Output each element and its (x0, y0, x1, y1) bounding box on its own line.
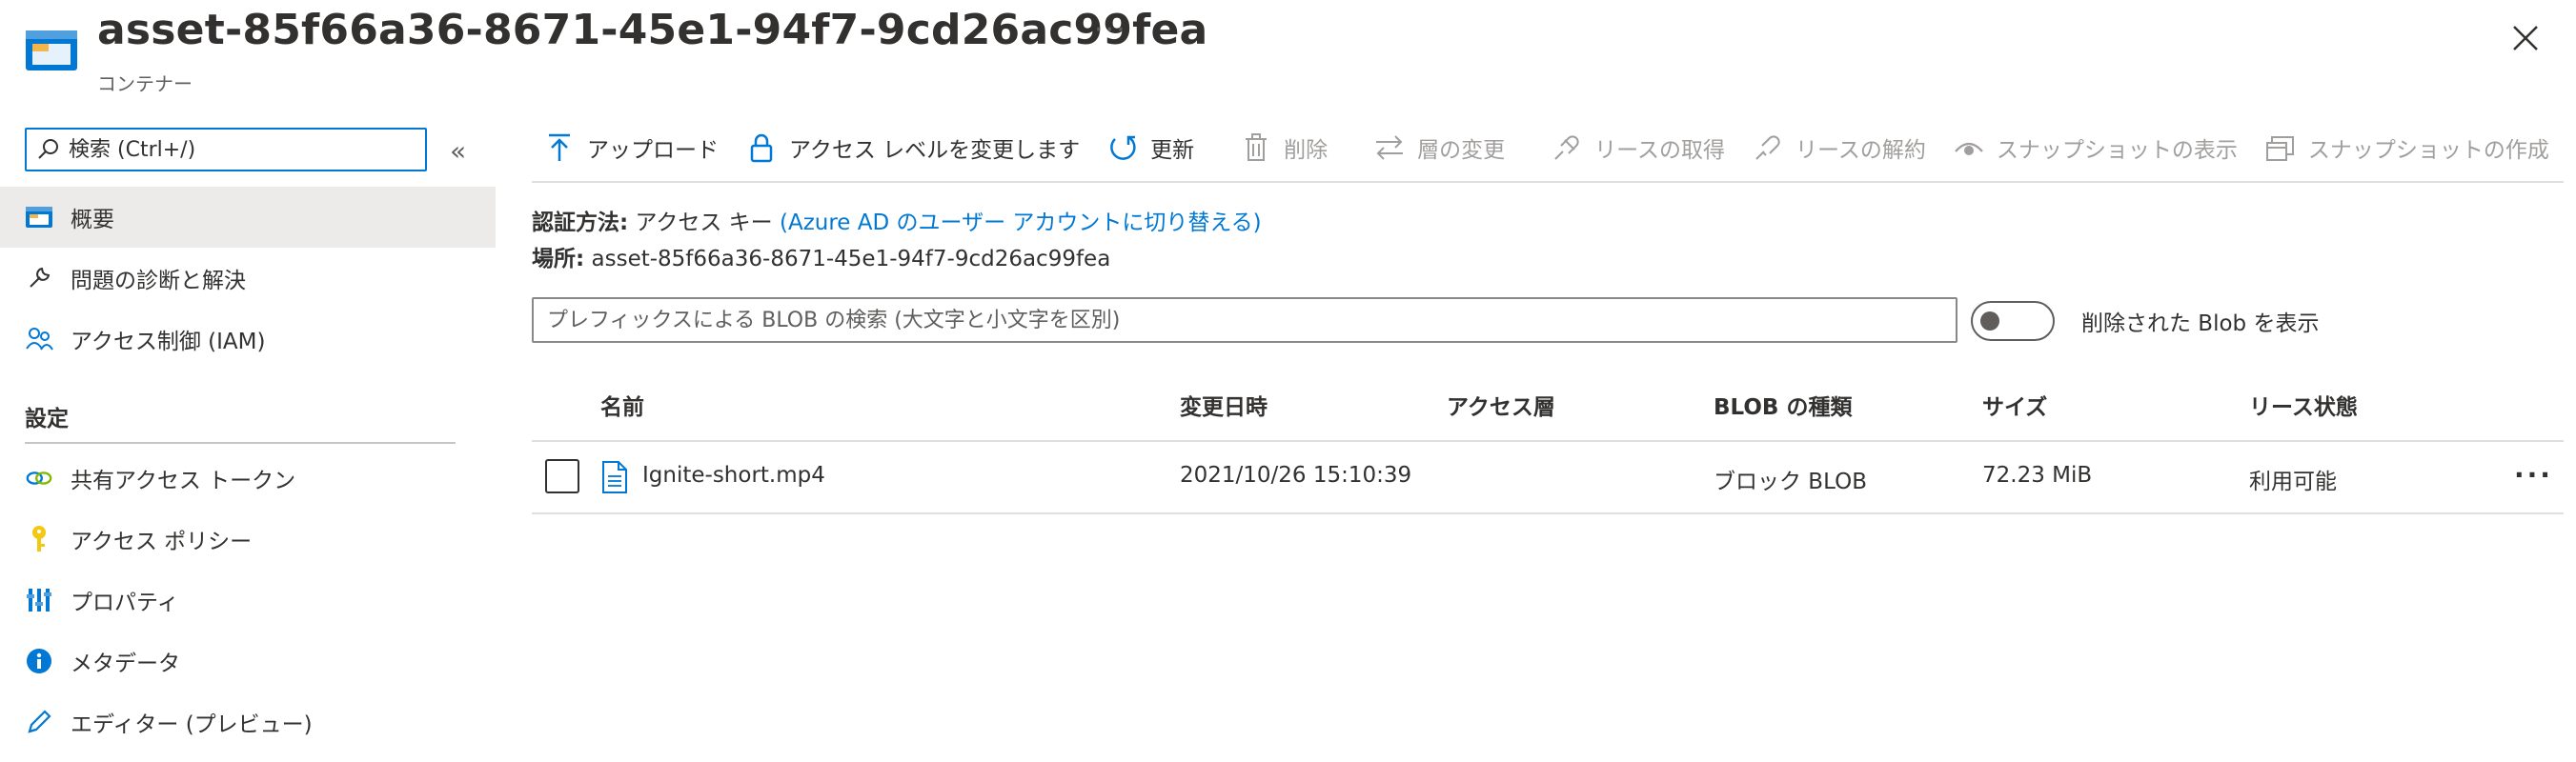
sidebar-item-sas[interactable]: 共有アクセス トークン (0, 448, 496, 509)
lease-icon (1551, 131, 1583, 164)
toggle-knob (1980, 311, 1999, 331)
delete-label: 削除 (1284, 138, 1329, 163)
column-header-lease-state[interactable]: リース状態 (2249, 389, 2358, 421)
view-snapshots-label: スナップショットの表示 (1996, 138, 2238, 163)
section-divider (25, 442, 456, 444)
page-title: asset-85f66a36-8671-45e1-94f7-9cd26ac99f… (97, 6, 1208, 54)
create-snapshot-label: スナップショットの作成 (2307, 138, 2549, 163)
auth-method-line: 認証方法: アクセス キー (Azure AD のユーザー アカウントに切り替え… (532, 204, 1262, 236)
blob-type: ブロック BLOB (1714, 470, 1867, 494)
file-icon (602, 461, 627, 493)
sidebar-item-editor[interactable]: エディター (プレビュー) (0, 692, 496, 752)
sidebar-item-overview[interactable]: 概要 (0, 187, 496, 248)
blob-size: 72.23 MiB (1982, 463, 2093, 488)
lock-icon (745, 131, 778, 164)
column-header-name[interactable]: 名前 (600, 389, 644, 421)
acquire-lease-label: リースの取得 (1594, 138, 1726, 163)
sidebar-item-iam[interactable]: アクセス制御 (IAM) (0, 309, 496, 370)
sidebar-item-label: プロパティ (71, 591, 179, 615)
change-tier-button[interactable]: 層の変更 (1362, 119, 1520, 176)
sidebar-search[interactable] (25, 128, 427, 171)
sidebar-item-label: メタデータ (71, 652, 180, 676)
sidebar-item-label: エディター (プレビュー) (71, 712, 313, 737)
upload-button[interactable]: アップロード (532, 119, 734, 176)
blade-header: asset-85f66a36-8671-45e1-94f7-9cd26ac99f… (0, 0, 2576, 95)
column-header-size[interactable]: サイズ (1982, 389, 2047, 421)
sidebar-item-label: 概要 (71, 208, 114, 232)
column-header-blob-type[interactable]: BLOB の種類 (1714, 389, 1852, 421)
change-access-level-button[interactable]: アクセス レベルを変更します (734, 119, 1095, 176)
view-snapshots-button[interactable]: スナップショットの表示 (1941, 119, 2253, 176)
column-header-access-tier[interactable]: アクセス層 (1447, 389, 1555, 421)
change-access-level-label: アクセス レベルを変更します (789, 138, 1081, 163)
show-deleted-blobs-toggle[interactable] (1971, 301, 2055, 341)
sidebar-item-metadata[interactable]: メタデータ (0, 631, 496, 692)
location-value: asset-85f66a36-8671-45e1-94f7-9cd26ac99f… (591, 247, 1111, 271)
people-icon (25, 325, 53, 353)
container-icon (26, 30, 77, 70)
refresh-button[interactable]: 更新 (1095, 119, 1209, 176)
column-header-modified[interactable]: 変更日時 (1180, 389, 1268, 421)
create-snapshot-button[interactable]: スナップショットの作成 (2253, 119, 2565, 176)
auth-method-value: アクセス キー (635, 211, 773, 235)
key-icon (25, 525, 53, 553)
collapse-sidebar-button[interactable]: « (450, 135, 466, 167)
sidebar-item-access-policy[interactable]: アクセス ポリシー (0, 509, 496, 570)
sidebar-item-label: アクセス ポリシー (71, 530, 253, 554)
info-icon (25, 647, 53, 675)
change-tier-label: 層の変更 (1417, 138, 1506, 163)
break-lease-button[interactable]: リースの解約 (1740, 119, 1941, 176)
show-deleted-blobs-label: 削除された Blob を表示 (2081, 311, 2320, 336)
row-more-button[interactable]: ··· (2514, 459, 2553, 491)
page-subtitle: コンテナー (97, 72, 193, 95)
trash-icon (1240, 131, 1272, 164)
blob-lease-state: 利用可能 (2249, 470, 2337, 494)
properties-icon (25, 586, 53, 614)
container-icon (25, 203, 53, 231)
auth-method-label: 認証方法: (532, 211, 629, 235)
close-icon[interactable] (2506, 19, 2545, 57)
sidebar-item-label: 問題の診断と解決 (71, 269, 246, 293)
sidebar-item-properties[interactable]: プロパティ (0, 570, 496, 631)
location-line: 場所: asset-85f66a36-8671-45e1-94f7-9cd26a… (532, 240, 1110, 272)
sidebar: « 概要 問題の診断と解決 アクセス制御 (IAM) 設定 共有アクセス トーク… (0, 114, 496, 762)
break-lease-icon (1752, 131, 1784, 164)
settings-section-title: 設定 (25, 407, 69, 431)
row-checkbox[interactable] (545, 459, 579, 493)
table-row[interactable]: Ignite-short.mp4 2021/10/26 15:10:39 ブロッ… (532, 442, 2564, 514)
eye-icon (1953, 131, 1985, 164)
sidebar-search-input[interactable] (69, 137, 393, 162)
blob-name[interactable]: Ignite-short.mp4 (642, 463, 825, 488)
swap-arrows-icon (1373, 131, 1406, 164)
delete-button[interactable]: 削除 (1228, 119, 1343, 176)
blob-prefix-search[interactable] (532, 297, 1957, 343)
blob-prefix-search-input[interactable] (547, 308, 1938, 332)
snapshot-icon (2264, 131, 2297, 164)
sidebar-item-diagnose[interactable]: 問題の診断と解決 (0, 248, 496, 309)
acquire-lease-button[interactable]: リースの取得 (1539, 119, 1740, 176)
sidebar-item-label: アクセス制御 (IAM) (71, 330, 266, 354)
switch-to-azure-ad-link[interactable]: (Azure AD のユーザー アカウントに切り替える) (780, 211, 1262, 235)
command-bar: アップロード アクセス レベルを変更します 更新 削除 層の変更 リースの取得 (532, 114, 2564, 183)
upload-icon (543, 131, 576, 164)
refresh-icon (1106, 131, 1139, 164)
refresh-label: 更新 (1150, 138, 1195, 163)
wrench-icon (25, 264, 53, 292)
link-icon (25, 464, 53, 492)
upload-label: アップロード (587, 138, 719, 163)
pencil-icon (25, 708, 53, 736)
more-actions-button[interactable]: ··· (1094, 13, 1127, 47)
blob-modified: 2021/10/26 15:10:39 (1180, 463, 1412, 488)
search-icon (38, 139, 58, 159)
sidebar-item-label: 共有アクセス トークン (71, 469, 296, 493)
break-lease-label: リースの解約 (1795, 138, 1926, 163)
location-label: 場所: (532, 247, 585, 271)
